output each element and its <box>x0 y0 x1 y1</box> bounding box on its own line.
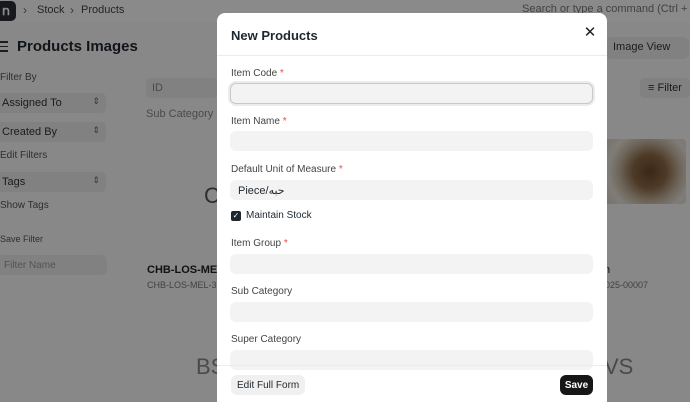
required-marker: * <box>283 238 288 249</box>
required-marker: * <box>282 116 287 127</box>
uom-label: Default Unit of Measure * <box>231 164 343 175</box>
super-category-input[interactable] <box>230 350 593 370</box>
close-icon: ✕ <box>583 24 597 41</box>
sub-category-label: Sub Category <box>231 286 293 297</box>
uom-label-text: Default Unit of Measure <box>231 164 337 175</box>
close-button[interactable]: ✕ <box>581 23 599 41</box>
item-code-input[interactable] <box>230 83 593 104</box>
item-name-input[interactable] <box>230 131 593 151</box>
uom-input[interactable] <box>230 180 593 200</box>
required-marker: * <box>338 164 343 175</box>
item-group-label-text: Item Group <box>231 238 282 249</box>
divider <box>217 55 607 56</box>
item-code-label-text: Item Code <box>231 68 278 79</box>
item-group-label: Item Group * <box>231 238 288 249</box>
item-name-label: Item Name * <box>231 116 287 127</box>
maintain-stock-checkbox[interactable]: ✓ <box>231 210 241 221</box>
divider <box>217 365 607 366</box>
item-group-input[interactable] <box>230 254 593 274</box>
dialog-title: New Products <box>231 28 318 43</box>
required-marker: * <box>279 68 284 79</box>
item-name-label-text: Item Name <box>231 116 280 127</box>
super-category-label: Super Category <box>231 334 302 345</box>
new-products-dialog: New Products ✕ Item Code * Item Name * D… <box>217 13 607 402</box>
save-button[interactable]: Save <box>560 375 593 395</box>
sub-category-input[interactable] <box>230 302 593 322</box>
edit-full-form-button[interactable]: Edit Full Form <box>231 375 306 395</box>
maintain-stock-label: Maintain Stock <box>246 210 312 221</box>
maintain-stock-row[interactable]: ✓ Maintain Stock <box>231 210 312 221</box>
item-code-label: Item Code * <box>231 68 284 79</box>
